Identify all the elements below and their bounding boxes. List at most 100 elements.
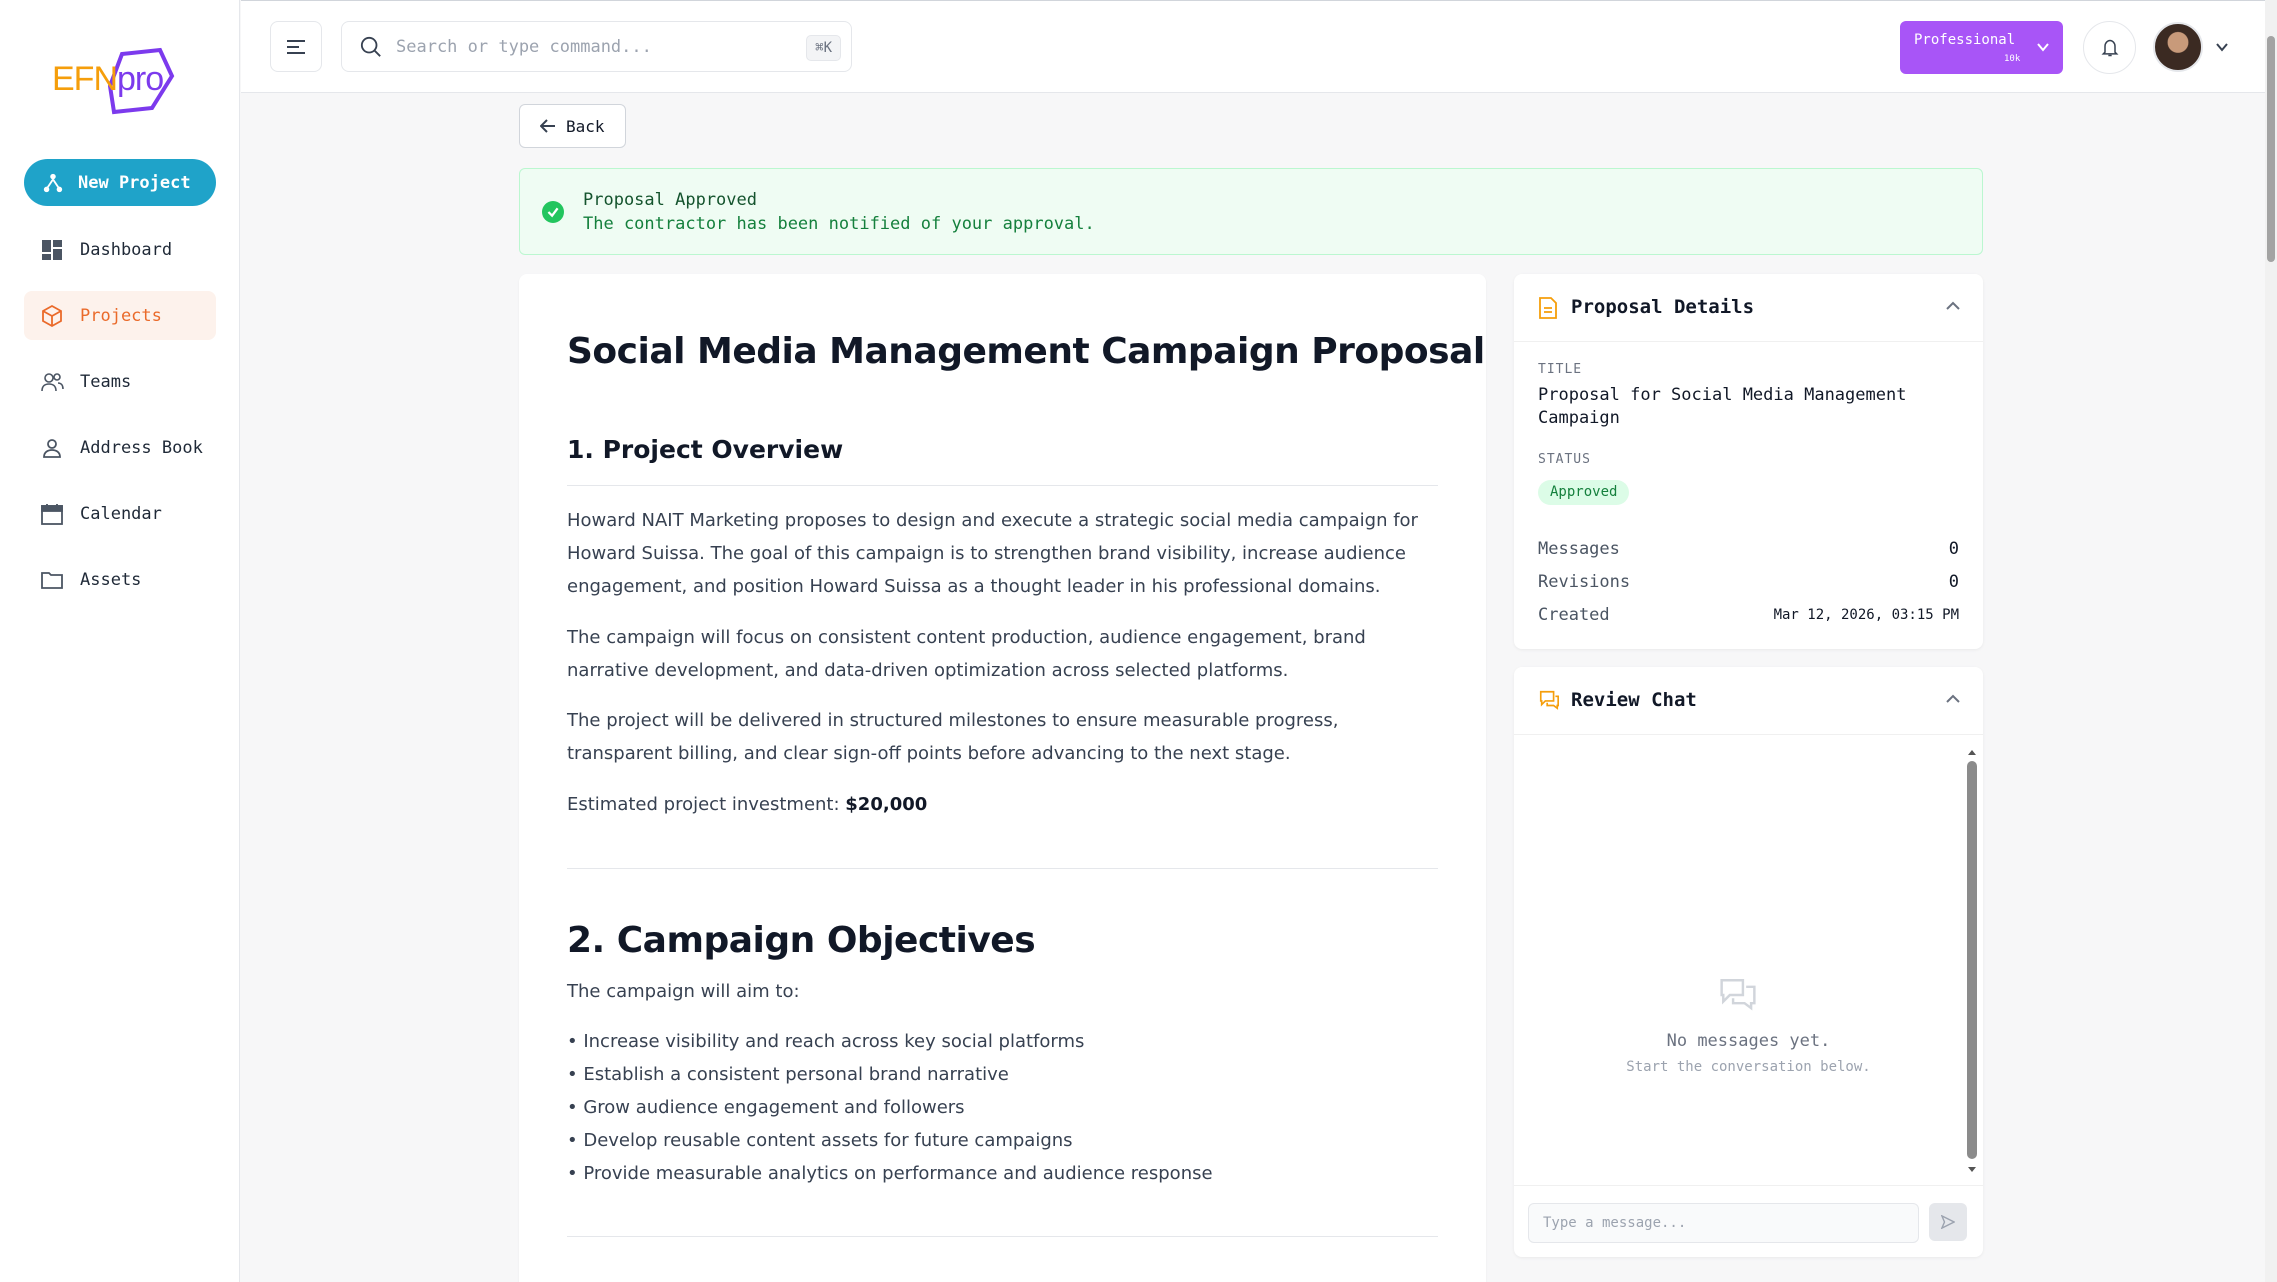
share-nodes-icon — [43, 173, 63, 192]
sidebar-item-projects[interactable]: Projects — [24, 291, 216, 340]
list-item: • Develop reusable content assets for fu… — [567, 1130, 1073, 1151]
cube-icon — [42, 304, 62, 327]
chat-scrollbar[interactable] — [1967, 747, 1977, 1175]
overview-paragraph: The project will be delivered in structu… — [567, 710, 1339, 764]
search-shortcut: ⌘K — [806, 35, 841, 61]
plan-selector-button[interactable]: Professional 10k — [1900, 21, 2063, 74]
send-icon — [1941, 1215, 1955, 1229]
document-title: Social Media Management Campaign Proposa… — [567, 331, 1485, 372]
revisions-row: Revisions 0 — [1538, 572, 1959, 592]
overview-paragraph: The campaign will focus on consistent co… — [567, 627, 1366, 681]
overview-paragraph: Howard NAIT Marketing proposes to design… — [567, 510, 1418, 597]
back-label: Back — [566, 116, 605, 136]
efnpro-logo[interactable]: EFNpro — [52, 46, 176, 116]
new-project-label: New Project — [78, 172, 191, 193]
chat-messages-area[interactable]: No messages yet. Start the conversation … — [1514, 735, 1983, 1185]
alert-title: Proposal Approved — [583, 190, 757, 210]
title-label: TITLE — [1538, 362, 1583, 377]
messages-label: Messages — [1538, 539, 1620, 559]
divider — [567, 868, 1438, 869]
dashboard-icon — [42, 239, 62, 260]
calendar-icon — [41, 503, 63, 525]
proposal-details-title: Proposal Details — [1571, 296, 1755, 318]
list-item: • Grow audience engagement and followers — [567, 1097, 965, 1118]
investment-label: Estimated project investment: — [567, 794, 846, 815]
scroll-down-icon[interactable] — [1967, 1165, 1977, 1175]
revisions-count: 0 — [1948, 572, 1959, 592]
chevron-up-icon[interactable] — [1945, 300, 1961, 312]
review-chat-title: Review Chat — [1571, 689, 1697, 711]
notifications-button[interactable] — [2083, 21, 2136, 74]
list-item: • Establish a consistent personal brand … — [567, 1064, 1009, 1085]
sidebar-item-dashboard[interactable]: Dashboard — [24, 225, 216, 274]
list-item: • Provide measurable analytics on perfor… — [567, 1163, 1213, 1184]
chat-composer — [1514, 1185, 1983, 1257]
section-heading-overview: 1. Project Overview — [567, 435, 844, 464]
revisions-label: Revisions — [1538, 572, 1631, 592]
scroll-up-icon[interactable] — [1967, 747, 1977, 757]
objectives-list: • Increase visibility and reach across k… — [567, 1025, 1213, 1190]
review-chat-panel: Review Chat No messages yet. Start the c… — [1514, 667, 1983, 1257]
investment-line: Estimated project investment: $20,000 — [567, 788, 1438, 821]
alert-description: The contractor has been notified of your… — [583, 214, 1095, 234]
arrow-left-icon — [540, 119, 555, 133]
plan-credits: 10k — [2004, 54, 2021, 64]
send-message-button[interactable] — [1929, 1203, 1967, 1241]
proposal-document: Social Media Management Campaign Proposa… — [519, 274, 1486, 1282]
list-item: • Increase visibility and reach across k… — [567, 1031, 1085, 1052]
sidebar-item-label: Dashboard — [80, 239, 173, 260]
status-label: STATUS — [1538, 452, 1591, 467]
created-row: Created Mar 12, 2026, 03:15 PM — [1538, 605, 1959, 625]
sidebar-nav: Dashboard Projects Teams Address Book Ca… — [24, 225, 216, 621]
investment-value: $20,000 — [845, 794, 928, 815]
objectives-intro: The campaign will aim to: — [567, 981, 800, 1002]
menu-icon — [287, 39, 305, 54]
divider — [567, 1236, 1438, 1237]
document-icon — [1539, 297, 1557, 319]
approval-alert: Proposal Approved The contractor has bee… — [519, 168, 1983, 255]
bell-icon — [2101, 39, 2118, 56]
created-date: Mar 12, 2026, 03:15 PM — [1773, 607, 1959, 623]
sidebar-item-label: Teams — [80, 371, 132, 392]
sidebar-item-label: Calendar — [80, 503, 162, 524]
sidebar-item-label: Address Book — [80, 437, 203, 458]
chevron-up-icon[interactable] — [1945, 693, 1961, 705]
search-box[interactable]: ⌘K — [341, 21, 852, 72]
messages-count: 0 — [1948, 539, 1959, 559]
search-icon — [360, 36, 381, 57]
check-circle-icon — [542, 201, 564, 223]
sidebar-item-teams[interactable]: Teams — [24, 357, 216, 406]
sidebar: EFNpro New Project Dashboard Projects Te… — [0, 0, 240, 1282]
users-icon — [41, 372, 64, 391]
new-project-button[interactable]: New Project — [24, 159, 216, 206]
title-value: Proposal for Social Media Management Cam… — [1538, 385, 1907, 428]
sidebar-item-calendar[interactable]: Calendar — [24, 489, 216, 538]
menu-toggle-button[interactable] — [270, 21, 322, 72]
sidebar-item-address-book[interactable]: Address Book — [24, 423, 216, 472]
chevron-down-icon — [2037, 43, 2049, 52]
chat-bubbles-icon — [1720, 979, 1756, 1011]
logo-wordmark: EFNpro — [52, 60, 164, 98]
section-heading-objectives: 2. Campaign Objectives — [567, 920, 1036, 961]
sidebar-item-assets[interactable]: Assets — [24, 555, 216, 604]
user-avatar[interactable] — [2153, 22, 2203, 72]
page-scroll-thumb[interactable] — [2267, 36, 2275, 262]
folder-icon — [41, 571, 63, 589]
search-input[interactable] — [396, 36, 776, 57]
proposal-details-header[interactable]: Proposal Details — [1514, 274, 1983, 342]
chat-scroll-thumb[interactable] — [1967, 761, 1977, 1159]
chevron-down-icon[interactable] — [2214, 39, 2230, 55]
chat-icon — [1539, 690, 1559, 710]
back-button[interactable]: Back — [519, 104, 626, 148]
chat-empty-title: No messages yet. — [1666, 1031, 1831, 1051]
status-badge: Approved — [1538, 480, 1630, 505]
sidebar-item-label: Assets — [80, 569, 142, 590]
divider — [567, 485, 1438, 486]
chat-empty-subtitle: Start the conversation below. — [1626, 1059, 1871, 1075]
page-scrollbar[interactable] — [2265, 0, 2277, 1282]
review-chat-header[interactable]: Review Chat — [1514, 667, 1983, 735]
created-label: Created — [1538, 605, 1610, 625]
top-header: ⌘K Professional 10k — [241, 0, 2265, 93]
user-icon — [43, 438, 61, 458]
chat-message-input[interactable] — [1528, 1203, 1919, 1243]
